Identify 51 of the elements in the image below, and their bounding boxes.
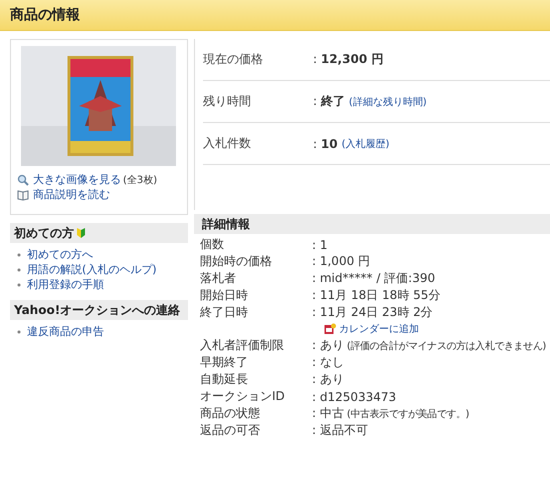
field-note: (評価の合計がマイナスの方は入札できません) (346, 340, 546, 352)
field-label: 入札件数 (203, 135, 252, 152)
detail-link[interactable]: (入札履歴) (342, 136, 390, 150)
field-label: 終了日時 (200, 304, 249, 321)
field-label: 商品の状態 (200, 405, 261, 422)
field-label: 開始日時 (200, 287, 249, 304)
field-value: : 11月 24日 23時 2分 (312, 304, 433, 321)
field-label: 入札者評価制限 (200, 337, 285, 354)
section-title: Yahoo!オークションへの連絡 (14, 302, 180, 318)
field-value: : mid***** / 評価:390 (312, 270, 436, 287)
field-value: : 11月 18日 18時 55分 (312, 287, 440, 304)
bullet-icon (17, 282, 21, 286)
field-value: : あり (312, 337, 344, 354)
page-title: 商品の情報 (10, 6, 80, 24)
field-value: : 終了 (313, 93, 345, 110)
field-value: : 12,300 円 (313, 51, 384, 68)
field-label: 自動延長 (200, 371, 249, 388)
bullet-icon (17, 252, 21, 256)
field-value: : d125033473 (312, 390, 396, 404)
calendar-link[interactable]: カレンダーに追加 (339, 322, 419, 336)
field-note: (中古表示ですが美品です。) (346, 408, 470, 420)
card-link[interactable]: 大きな画像を見る (33, 172, 121, 187)
card-link[interactable]: 商品説明を読む (33, 187, 110, 202)
image-count: (全3枚) (123, 174, 158, 186)
field-label: 落札者 (200, 270, 237, 287)
field-label: 開始時の価格 (200, 253, 273, 270)
field-label: 早期終了 (200, 354, 249, 371)
help-link[interactable]: 利用登録の手順 (27, 277, 104, 292)
bullet-icon (17, 268, 21, 272)
book-icon (17, 188, 29, 200)
calendar-icon (324, 323, 336, 335)
field-label: 返品の可否 (200, 422, 261, 439)
search-icon (17, 174, 29, 186)
field-label: 残り時間 (203, 93, 252, 110)
field-label: 個数 (200, 236, 225, 253)
help-link[interactable]: 用語の解説(入札のヘルプ) (27, 262, 157, 277)
field-value: : 1,000 円 (312, 253, 370, 270)
field-value: : あり (312, 371, 344, 388)
field-value: : 1 (312, 238, 328, 252)
field-value: : 10 (313, 136, 338, 150)
help-link[interactable]: 初めての方へ (27, 247, 93, 262)
help-link[interactable]: 違反商品の申告 (27, 324, 104, 339)
field-value: : なし (312, 354, 344, 371)
field-label: 現在の価格 (203, 51, 264, 68)
field-value: : 中古 (312, 405, 344, 422)
field-label: オークションID (200, 388, 286, 405)
section-title: 詳細情報 (202, 216, 250, 232)
detail-link[interactable]: (詳細な残り時間) (348, 94, 427, 108)
field-value: : 返品不可 (312, 422, 368, 439)
section-title: 初めての方 (14, 224, 74, 242)
bullet-icon (17, 330, 21, 334)
